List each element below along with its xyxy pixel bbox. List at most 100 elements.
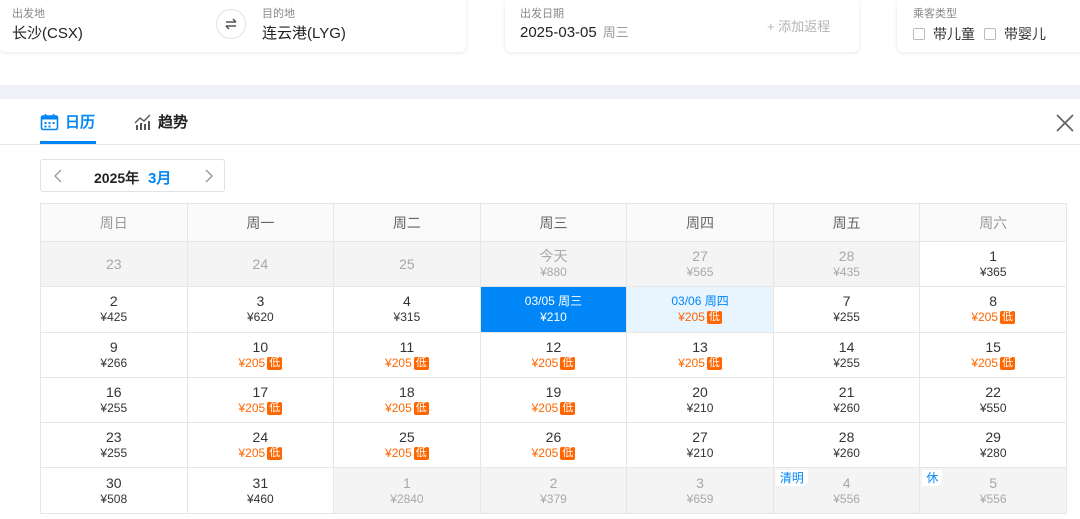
calendar-day[interactable]: 26 ¥205 低	[479, 422, 628, 469]
price-line: ¥620	[188, 310, 334, 325]
price-calendar: 周日 周一 周二 周三 周四 周五 周六 23 24 25 今天 ¥880 27 ¥565 2…	[40, 203, 1067, 514]
calendar-day[interactable]: 25 ¥205 低	[333, 422, 481, 469]
calendar-day[interactable]: 10 ¥205 低	[186, 331, 335, 378]
calendar-day[interactable]: 3 ¥620	[186, 286, 335, 333]
price-value: ¥659	[686, 491, 714, 506]
day-label: 2	[109, 293, 118, 310]
price-value: ¥379	[540, 491, 567, 506]
day-label: 28	[838, 429, 855, 446]
holiday-tag: 休	[922, 470, 943, 487]
calendar-day: 今天 ¥880	[479, 240, 628, 288]
calendar-day[interactable]: 2 ¥379	[479, 467, 628, 514]
departure-input[interactable]: 长沙(CSX)	[12, 22, 83, 43]
with-child-checkbox[interactable]: 带儿童	[913, 24, 975, 44]
calendar-day[interactable]: 休 5 ¥556	[919, 467, 1067, 514]
trend-chart-icon	[134, 114, 151, 130]
weekday-header: 周四	[626, 203, 774, 242]
calendar-day[interactable]: 29 ¥280	[919, 422, 1067, 469]
calendar-day[interactable]: 23 ¥255	[40, 422, 188, 469]
calendar-day[interactable]: 11 ¥205 低	[333, 331, 481, 378]
low-price-badge: 低	[560, 356, 576, 370]
calendar-day[interactable]: 17 ¥205 低	[186, 376, 335, 424]
add-return-button[interactable]: + 添加返程	[767, 16, 830, 35]
calendar-day[interactable]: 14 ¥255	[772, 331, 921, 378]
calendar-week-row: 30 ¥508 31 ¥460 1 ¥2840 2 ¥379 3 ¥659 清明 4 ¥556 休 5 ¥55…	[40, 467, 1067, 514]
price-line: ¥260	[774, 401, 920, 416]
departure-date-input[interactable]: 2025-03-05 周三	[520, 22, 629, 41]
separator	[0, 85, 1080, 99]
calendar-day[interactable]: 18 ¥205 低	[333, 376, 481, 424]
price-line: ¥255	[774, 356, 920, 371]
tab-calendar-label: 日历	[65, 114, 96, 131]
price-value: ¥205	[531, 401, 559, 416]
calendar-day-selected[interactable]: 03/05 周三 ¥210	[479, 286, 628, 333]
close-icon[interactable]	[1054, 112, 1076, 134]
calendar-day[interactable]: 28 ¥260	[772, 422, 921, 469]
price-value: ¥365	[979, 265, 1007, 280]
passenger-type-label: 乘客类型	[913, 8, 957, 20]
calendar-day[interactable]: 19 ¥205 低	[479, 376, 628, 424]
price-line: ¥205 低	[920, 356, 1066, 371]
calendar-day[interactable]: 清明 4 ¥556	[772, 467, 921, 514]
calendar-day[interactable]: 2 ¥425	[40, 286, 188, 333]
calendar-day[interactable]: 12 ¥205 低	[479, 331, 628, 378]
price-line: ¥205 低	[920, 310, 1066, 325]
calendar-day[interactable]: 22 ¥550	[919, 376, 1067, 424]
day-label: 28	[838, 248, 855, 265]
price-value: ¥2840	[390, 491, 424, 506]
calendar-day[interactable]: 03/06 周四 ¥205 低	[626, 286, 774, 333]
price-value: ¥205	[238, 355, 266, 370]
calendar-day[interactable]: 20 ¥210	[626, 376, 774, 424]
chevron-right-icon[interactable]	[198, 166, 218, 186]
calendar-day[interactable]: 21 ¥260	[772, 376, 921, 424]
with-infant-label: 带婴儿	[1004, 26, 1046, 42]
calendar-day[interactable]: 27 ¥210	[626, 422, 774, 469]
price-value: ¥556	[979, 491, 1007, 506]
price-value: ¥210	[686, 401, 714, 416]
price-line: ¥379	[481, 492, 627, 507]
day-label: 20	[692, 384, 708, 401]
calendar-day[interactable]: 31 ¥460	[186, 467, 335, 514]
calendar-day[interactable]: 1 ¥2840	[333, 467, 481, 514]
swap-route-button[interactable]	[216, 9, 246, 39]
calendar-day[interactable]: 16 ¥255	[40, 376, 188, 424]
calendar-week-row: 23 ¥255 24 ¥205 低 25 ¥205 低 26 ¥205 低 27 ¥210 28 ¥260 2…	[40, 422, 1067, 469]
date-label: 出发日期	[520, 8, 564, 20]
day-label: 1	[403, 474, 411, 491]
tab-calendar[interactable]: 日历	[40, 111, 95, 132]
weekday-header: 周五	[772, 203, 921, 242]
day-label: 2	[549, 474, 558, 491]
calendar-day[interactable]: 13 ¥205 低	[626, 331, 774, 378]
day-label: 1	[989, 248, 998, 265]
with-infant-checkbox[interactable]: 带婴儿	[984, 24, 1046, 44]
price-line: ¥280	[920, 446, 1066, 461]
price-line: ¥460	[188, 492, 334, 507]
price-line: ¥556	[920, 492, 1066, 507]
calendar-day[interactable]: 24 ¥205 低	[186, 422, 335, 469]
tab-trend[interactable]: 趋势	[134, 111, 188, 132]
calendar-day[interactable]: 15 ¥205 低	[919, 331, 1067, 378]
calendar-day[interactable]: 3 ¥659	[626, 467, 774, 514]
price-line: ¥205 低	[481, 446, 627, 461]
price-value: ¥205	[238, 446, 266, 461]
calendar-day[interactable]: 7 ¥255	[772, 286, 921, 333]
price-line: ¥556	[774, 492, 920, 507]
destination-input[interactable]: 连云港(LYG)	[262, 22, 346, 43]
calendar-week-row: 2 ¥425 3 ¥620 4 ¥315 03/05 周三 ¥210 03/06 周四 ¥205 低…	[40, 286, 1067, 333]
day-label: 23	[105, 429, 122, 446]
price-line: ¥365	[920, 265, 1066, 280]
calendar-day[interactable]: 4 ¥315	[333, 286, 481, 333]
calendar-day[interactable]: 30 ¥508	[40, 467, 188, 514]
price-value: ¥280	[979, 446, 1007, 461]
calendar-day: 23	[40, 240, 188, 288]
price-value: ¥205	[531, 355, 559, 370]
price-value: ¥260	[833, 446, 860, 461]
calendar-day[interactable]: 8 ¥205 低	[919, 286, 1067, 333]
day-label: 21	[838, 384, 855, 401]
chevron-left-icon[interactable]	[49, 166, 69, 186]
price-line: ¥435	[774, 265, 920, 280]
day-label: 24	[252, 255, 269, 272]
calendar-day[interactable]: 1 ¥365	[919, 240, 1067, 288]
price-value: ¥205	[385, 355, 412, 370]
calendar-day[interactable]: 9 ¥266	[40, 331, 188, 378]
